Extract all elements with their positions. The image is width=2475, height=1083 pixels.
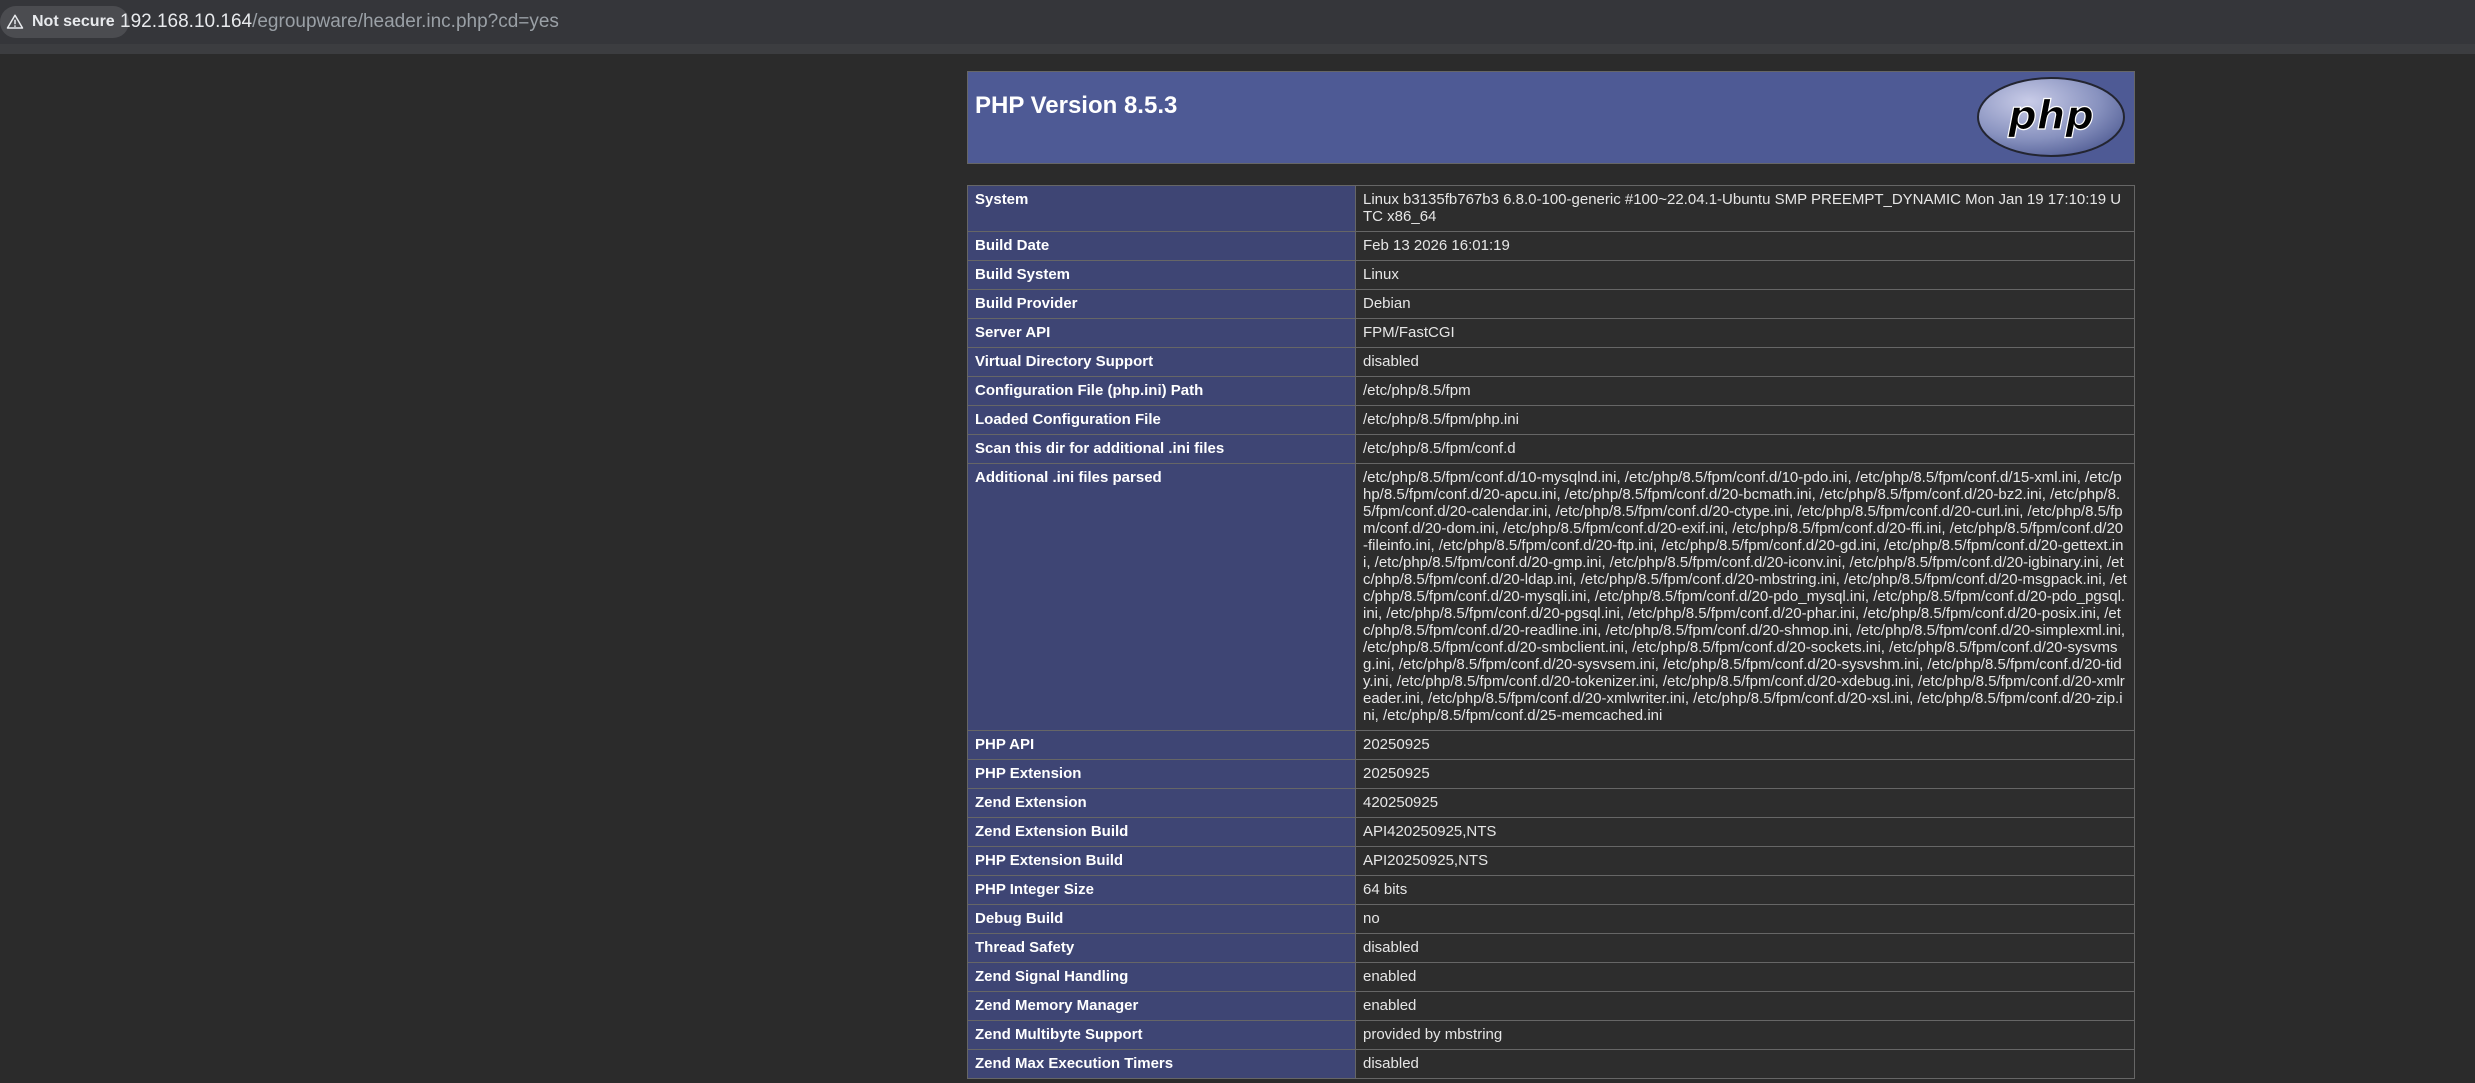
table-row: Configuration File (php.ini) Path/etc/ph…: [967, 376, 2135, 406]
row-value: 20250925: [1355, 759, 2135, 789]
row-label: Zend Extension Build: [967, 817, 1356, 847]
php-version-header: PHP Version 8.5.3 php: [967, 71, 2135, 164]
table-row: Virtual Directory Support disabled: [967, 347, 2135, 377]
row-label: Zend Extension: [967, 788, 1356, 818]
table-row: Zend Extension 420250925: [967, 788, 2135, 818]
row-label: Scan this dir for additional .ini files: [967, 434, 1356, 464]
table-row: Zend Multibyte Support provided by mbstri…: [967, 1020, 2135, 1050]
table-row: Thread Safety disabled: [967, 933, 2135, 963]
row-value: Linux: [1355, 260, 2135, 290]
toolbar-divider: [0, 44, 2475, 54]
row-label: Debug Build: [967, 904, 1356, 934]
warning-icon: [6, 14, 24, 29]
table-row: Server API FPM/FastCGI: [967, 318, 2135, 348]
table-row: PHP API 20250925: [967, 730, 2135, 760]
table-row: Build Date Feb 13 2026 16:01:19: [967, 231, 2135, 261]
table-row: PHP Integer Size 64 bits: [967, 875, 2135, 905]
url-field[interactable]: 192.168.10.164/egroupware/header.inc.php…: [120, 11, 559, 33]
row-label: Build Date: [967, 231, 1356, 261]
row-label: Thread Safety: [967, 933, 1356, 963]
table-row: Loaded Configuration File/etc/php/8.5/fp…: [967, 405, 2135, 435]
row-value: /etc/php/8.5/fpm/php.ini: [1355, 405, 2135, 435]
row-value: /etc/php/8.5/fpm: [1355, 376, 2135, 406]
row-value: 420250925: [1355, 788, 2135, 818]
row-label: Configuration File (php.ini) Path: [967, 376, 1356, 406]
table-row: Build Provider Debian: [967, 289, 2135, 319]
row-value: /etc/php/8.5/fpm/conf.d/10-mysqlnd.ini, …: [1355, 463, 2135, 731]
row-label: Zend Memory Manager: [967, 991, 1356, 1021]
table-row: PHP Extension Build API20250925,NTS: [967, 846, 2135, 876]
php-logo-text: php: [2007, 93, 2094, 139]
row-value: enabled: [1355, 991, 2135, 1021]
table-row: Zend Memory Manager enabled: [967, 991, 2135, 1021]
url-host: 192.168.10.164: [120, 11, 253, 32]
row-label: PHP Integer Size: [967, 875, 1356, 905]
table-row: Scan this dir for additional .ini files /…: [967, 434, 2135, 464]
row-value: disabled: [1355, 347, 2135, 377]
row-value: API420250925,NTS: [1355, 817, 2135, 847]
table-row: Zend Signal Handling enabled: [967, 962, 2135, 992]
row-label: Additional .ini files parsed: [967, 463, 1356, 731]
row-value: API20250925,NTS: [1355, 846, 2135, 876]
row-value: 20250925: [1355, 730, 2135, 760]
row-label: PHP API: [967, 730, 1356, 760]
security-indicator[interactable]: Not secure: [0, 6, 129, 38]
row-label: Zend Max Execution Timers: [967, 1049, 1356, 1079]
row-value: FPM/FastCGI: [1355, 318, 2135, 348]
phpinfo-table: System Linux b3135fb767b3 6.8.0-100-gener…: [967, 185, 2135, 1079]
table-row: Additional .ini files parsed/etc/php/8.5…: [967, 463, 2135, 731]
row-label: System: [967, 185, 1356, 232]
row-value: Linux b3135fb767b3 6.8.0-100-generic #10…: [1355, 185, 2135, 232]
url-path: /egroupware/header.inc.php?cd=yes: [252, 11, 559, 32]
row-value: disabled: [1355, 1049, 2135, 1079]
row-value: disabled: [1355, 933, 2135, 963]
row-value: enabled: [1355, 962, 2135, 992]
row-value: provided by mbstring: [1355, 1020, 2135, 1050]
row-value: 64 bits: [1355, 875, 2135, 905]
row-value: no: [1355, 904, 2135, 934]
row-label: Zend Multibyte Support: [967, 1020, 1356, 1050]
row-value: Debian: [1355, 289, 2135, 319]
row-value: Feb 13 2026 16:01:19: [1355, 231, 2135, 261]
row-value: /etc/php/8.5/fpm/conf.d: [1355, 434, 2135, 464]
phpinfo-page: PHP Version 8.5.3 php System Linux b3135f…: [967, 71, 2135, 1079]
table-row: Zend Extension Build API420250925,NTS: [967, 817, 2135, 847]
table-row: Build System Linux: [967, 260, 2135, 290]
row-label: Zend Signal Handling: [967, 962, 1356, 992]
row-label: Loaded Configuration File: [967, 405, 1356, 435]
security-label: Not secure: [32, 13, 115, 30]
table-row: Debug Build no: [967, 904, 2135, 934]
row-label: Build System: [967, 260, 1356, 290]
row-label: PHP Extension Build: [967, 846, 1356, 876]
row-label: Build Provider: [967, 289, 1356, 319]
php-logo[interactable]: php: [1976, 76, 2126, 158]
row-label: Virtual Directory Support: [967, 347, 1356, 377]
row-label: Server API: [967, 318, 1356, 348]
page-title: PHP Version 8.5.3: [975, 92, 1178, 119]
table-row: Zend Max Execution Timers disabled: [967, 1049, 2135, 1079]
row-label: PHP Extension: [967, 759, 1356, 789]
browser-address-bar: Not secure 192.168.10.164/egroupware/hea…: [0, 0, 2475, 44]
table-row: System Linux b3135fb767b3 6.8.0-100-gener…: [967, 185, 2135, 232]
table-row: PHP Extension 20250925: [967, 759, 2135, 789]
